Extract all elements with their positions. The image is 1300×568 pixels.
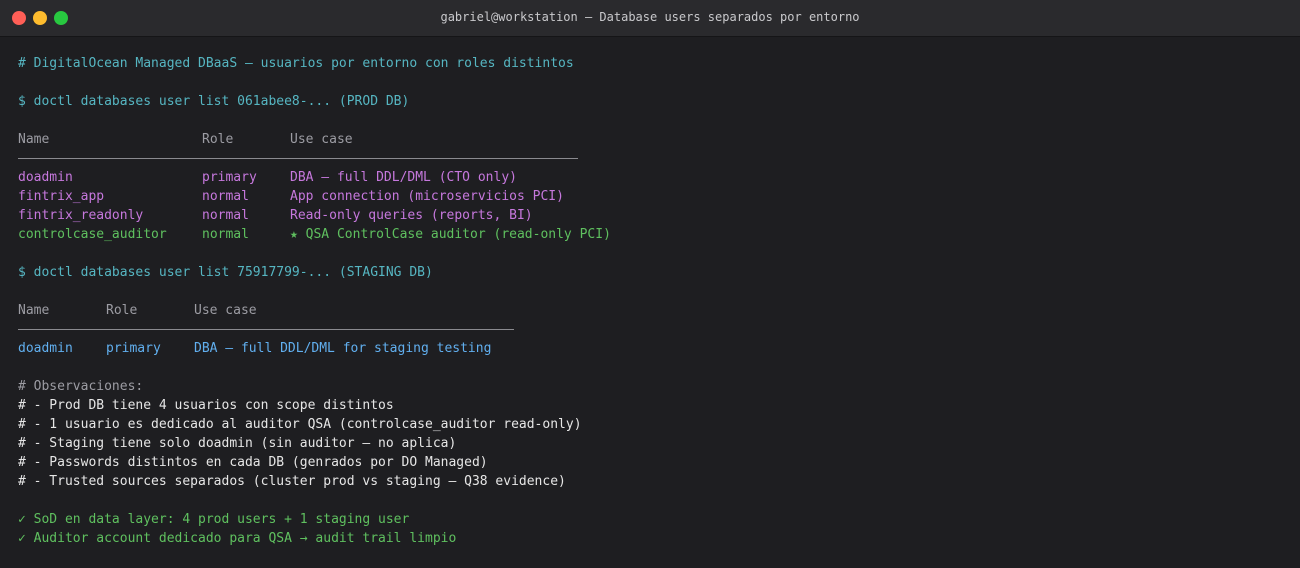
table-row: doadmin primary DBA — full DDL/DML for s… (18, 339, 1282, 358)
user-role: normal (202, 227, 249, 242)
prod-header-name: Name (18, 132, 50, 147)
table-row: controlcase_auditor normal ★ QSA Control… (18, 225, 1282, 244)
staging-command: $ doctl databases user list 75917799-...… (18, 265, 433, 280)
table-row: fintrix_readonly normal Read-only querie… (18, 206, 1282, 225)
terminal-output: # DigitalOcean Managed DBaaS — usuarios … (18, 54, 1282, 548)
staging-header-name: Name (18, 303, 50, 318)
table-row: fintrix_app normal App connection (micro… (18, 187, 1282, 206)
observations-heading: # Observaciones: (18, 379, 144, 394)
staging-table-header: Name Role Use case (18, 301, 1282, 320)
staging-header-use-case: Use case (194, 303, 257, 318)
table-row: doadmin primary DBA — full DDL/DML (CTO … (18, 168, 1282, 187)
user-name: controlcase_auditor (18, 227, 167, 242)
observation-line: # - Prod DB tiene 4 usuarios con scope d… (18, 398, 394, 413)
title-bar: gabriel@workstation — Database users sep… (0, 0, 1300, 37)
observation-line: # - Passwords distintos en cada DB (genr… (18, 455, 488, 470)
user-use-case: Read-only queries (reports, BI) (290, 208, 533, 223)
user-name: fintrix_app (18, 189, 105, 204)
prod-header-role: Role (202, 132, 234, 147)
user-use-case: ★ QSA ControlCase auditor (read-only PCI… (290, 227, 611, 242)
user-use-case: App connection (microservicios PCI) (290, 189, 564, 204)
observation-line: # - Trusted sources separados (cluster p… (18, 474, 566, 489)
header-comment: # DigitalOcean Managed DBaaS — usuarios … (18, 56, 574, 71)
prod-table-separator (18, 158, 578, 159)
user-name: doadmin (18, 170, 73, 185)
prod-command: $ doctl databases user list 061abee8-...… (18, 94, 410, 109)
user-role: primary (106, 341, 161, 356)
user-name: fintrix_readonly (18, 208, 144, 223)
result-line: ✓ SoD en data layer: 4 prod users + 1 st… (18, 512, 410, 527)
observation-line: # - 1 usuario es dedicado al auditor QSA… (18, 417, 582, 432)
user-use-case: DBA — full DDL/DML (CTO only) (290, 170, 517, 185)
window-title: gabriel@workstation — Database users sep… (440, 10, 860, 24)
staging-table-separator (18, 329, 514, 330)
user-role: normal (202, 208, 249, 223)
user-role: primary (202, 170, 257, 185)
user-name: doadmin (18, 341, 73, 356)
prod-table-header: Name Role Use case (18, 130, 1282, 149)
observation-line: # - Staging tiene solo doadmin (sin audi… (18, 436, 457, 451)
staging-header-role: Role (106, 303, 138, 318)
prod-header-use-case: Use case (290, 132, 353, 147)
terminal-window: gabriel@workstation — Database users sep… (0, 0, 1300, 568)
user-role: normal (202, 189, 249, 204)
user-use-case: DBA — full DDL/DML for staging testing (194, 341, 492, 356)
result-line: ✓ Auditor account dedicado para QSA → au… (18, 531, 457, 546)
